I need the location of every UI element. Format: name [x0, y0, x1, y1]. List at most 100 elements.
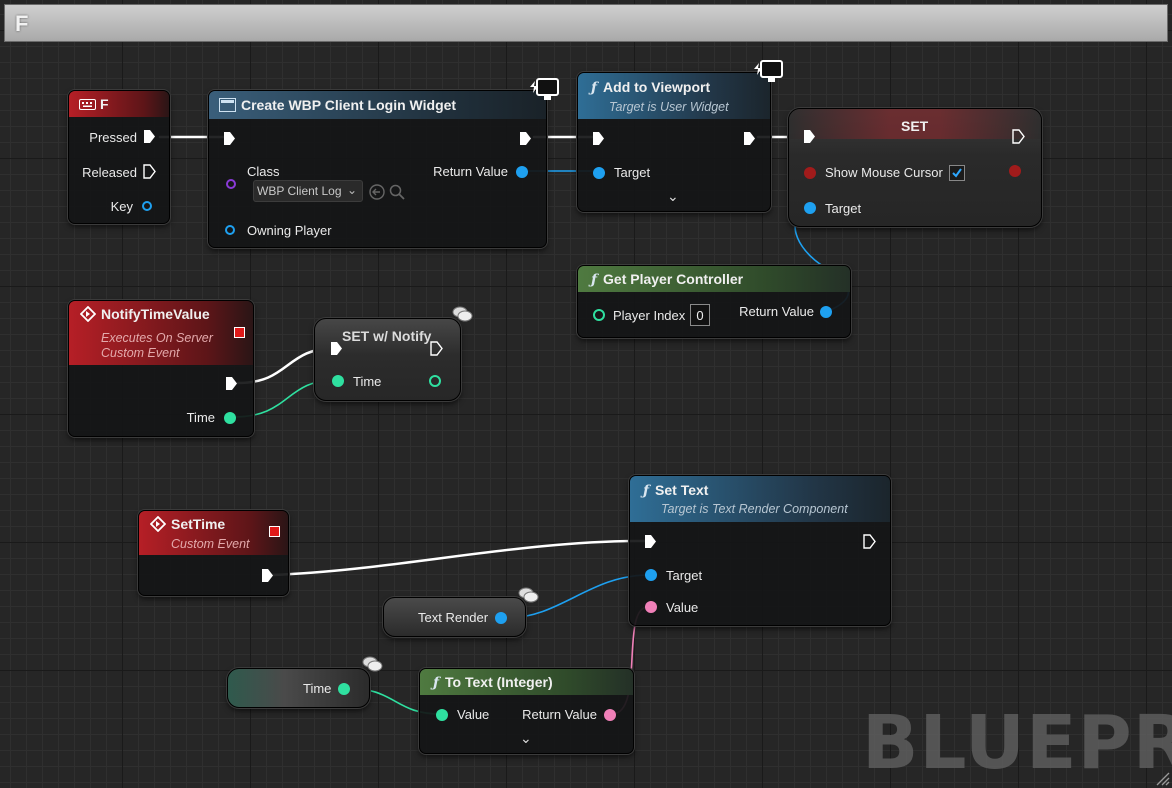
return-value-pin[interactable] [604, 709, 616, 721]
exec-out-pin[interactable] [1012, 129, 1025, 144]
resize-grip-icon[interactable] [1154, 770, 1170, 786]
pin-label-key: Key [110, 199, 133, 214]
exec-pin-released[interactable] [143, 164, 156, 179]
network-replication-icon [518, 587, 539, 603]
settime-event-node[interactable]: SetTime Custom Event [138, 510, 289, 596]
add-to-viewport-node[interactable]: ƒ Add to Viewport Target is User Widget T… [577, 72, 771, 212]
pin-label-time: Time [186, 410, 215, 425]
exec-in-pin[interactable] [592, 131, 605, 146]
node-subtitle: Custom Event [101, 346, 180, 360]
player-index-pin[interactable] [593, 309, 605, 321]
node-title: SET [901, 118, 929, 134]
node-subtitle: Custom Event [171, 537, 250, 551]
pin-label-class: Class [247, 164, 280, 179]
exec-out-pin[interactable] [863, 534, 876, 549]
blueprint-watermark: BLUEPRINT [862, 700, 1172, 786]
check-icon [952, 168, 962, 178]
value-pin[interactable] [645, 601, 657, 613]
pin-label-return-value: Return Value [522, 707, 597, 722]
pin-label-target: Target [666, 568, 703, 583]
variable-label: Text Render [418, 610, 489, 625]
replication-indicator-icon [269, 526, 280, 537]
node-subtitle: Target is Text Render Component [661, 502, 848, 516]
exec-out-pin[interactable] [261, 568, 274, 583]
class-pin[interactable] [226, 179, 236, 189]
time-pin[interactable] [332, 375, 344, 387]
client-only-icon [530, 78, 559, 100]
network-replication-icon [452, 306, 473, 322]
exec-wire [270, 539, 650, 577]
pin-label-value: Value [666, 600, 699, 615]
set-with-notify-node[interactable]: SET w/ Notify Time [314, 318, 461, 401]
chevron-down-icon[interactable]: ⌄ [520, 730, 532, 747]
node-title: Create WBP Client Login Widget [241, 97, 457, 113]
owning-player-pin[interactable] [225, 225, 235, 235]
to-text-integer-node[interactable]: ƒ To Text (Integer) Value Return Value ⌄ [419, 668, 634, 754]
exec-out-pin[interactable] [430, 341, 443, 356]
show-mouse-cursor-pin[interactable] [804, 167, 816, 179]
browse-icon[interactable] [389, 184, 405, 200]
set-text-node[interactable]: ƒ Set Text Target is Text Render Componen… [629, 475, 891, 626]
node-title: ƒ Add to Viewport [591, 79, 711, 96]
target-pin[interactable] [804, 202, 816, 214]
get-player-controller-node[interactable]: ƒ Get Player Controller Player Index 0 Re… [577, 265, 851, 338]
time-pin[interactable] [224, 412, 236, 424]
function-icon: ƒ [433, 675, 440, 691]
exec-out-pin[interactable] [519, 131, 532, 146]
set-show-mouse-cursor-node[interactable]: SET Show Mouse Cursor Target [788, 108, 1042, 227]
node-title: ƒ Set Text [643, 482, 709, 499]
time-out-pin[interactable] [429, 375, 441, 387]
class-dropdown[interactable]: WBP Client Log ⌄ [253, 180, 363, 202]
variable-label: Time [303, 681, 332, 696]
pin-label-released: Released [82, 165, 137, 180]
value-pin[interactable] [436, 709, 448, 721]
node-title: ƒ Get Player Controller [591, 271, 744, 288]
time-variable-node[interactable]: Time [227, 668, 370, 708]
return-value-pin[interactable] [820, 306, 832, 318]
return-value-pin[interactable] [516, 166, 528, 178]
target-pin[interactable] [593, 167, 605, 179]
exec-in-pin[interactable] [644, 534, 657, 549]
function-icon: ƒ [591, 272, 598, 288]
create-widget-node[interactable]: Create WBP Client Login Widget Class WBP… [208, 90, 547, 248]
widget-icon [219, 98, 236, 112]
show-mouse-cursor-out-pin[interactable] [1009, 165, 1021, 177]
exec-out-pin[interactable] [225, 376, 238, 391]
keyboard-icon [79, 99, 96, 110]
key-pin[interactable] [142, 201, 152, 211]
node-title: ƒ To Text (Integer) [433, 674, 553, 691]
node-title: SetTime [171, 516, 226, 532]
blueprint-graph-canvas[interactable]: F F Pressed Released Key Create WBP Clie… [0, 0, 1172, 788]
class-dropdown-value: WBP Client Log [257, 184, 342, 198]
exec-in-pin[interactable] [223, 131, 236, 146]
text-render-out-pin[interactable] [495, 612, 507, 624]
event-icon [80, 306, 96, 322]
chevron-down-icon[interactable]: ⌄ [667, 188, 679, 205]
player-index-input[interactable]: 0 [690, 304, 710, 326]
function-icon: ƒ [643, 483, 650, 499]
exec-in-pin[interactable] [330, 341, 343, 356]
pin-label-owning-player: Owning Player [247, 223, 332, 238]
node-title: SET w/ Notify [342, 328, 432, 344]
exec-in-pin[interactable] [803, 129, 816, 144]
event-icon [150, 516, 166, 532]
pin-label-return-value: Return Value [739, 304, 814, 319]
pin-label-target: Target [614, 165, 651, 180]
f-key-event-node[interactable]: F Pressed Released Key [68, 90, 170, 224]
show-mouse-cursor-checkbox[interactable] [949, 165, 965, 181]
node-subtitle: Executes On Server [101, 331, 213, 345]
pin-label-time: Time [353, 374, 382, 389]
exec-pin-pressed[interactable] [143, 129, 156, 144]
pin-label-player-index: Player Index [613, 308, 686, 323]
text-render-variable-node[interactable]: Text Render [383, 597, 526, 637]
target-pin[interactable] [645, 569, 657, 581]
exec-out-pin[interactable] [743, 131, 756, 146]
pin-label-target: Target [825, 201, 862, 216]
function-icon: ƒ [591, 80, 598, 96]
network-replication-icon [362, 656, 383, 672]
use-selected-icon[interactable] [369, 184, 385, 200]
pin-label-show-mouse-cursor: Show Mouse Cursor [825, 165, 943, 180]
chevron-down-icon: ⌄ [346, 183, 357, 197]
notify-time-value-event-node[interactable]: NotifyTimeValue Executes On Server Custo… [68, 300, 254, 437]
time-out-pin[interactable] [338, 683, 350, 695]
